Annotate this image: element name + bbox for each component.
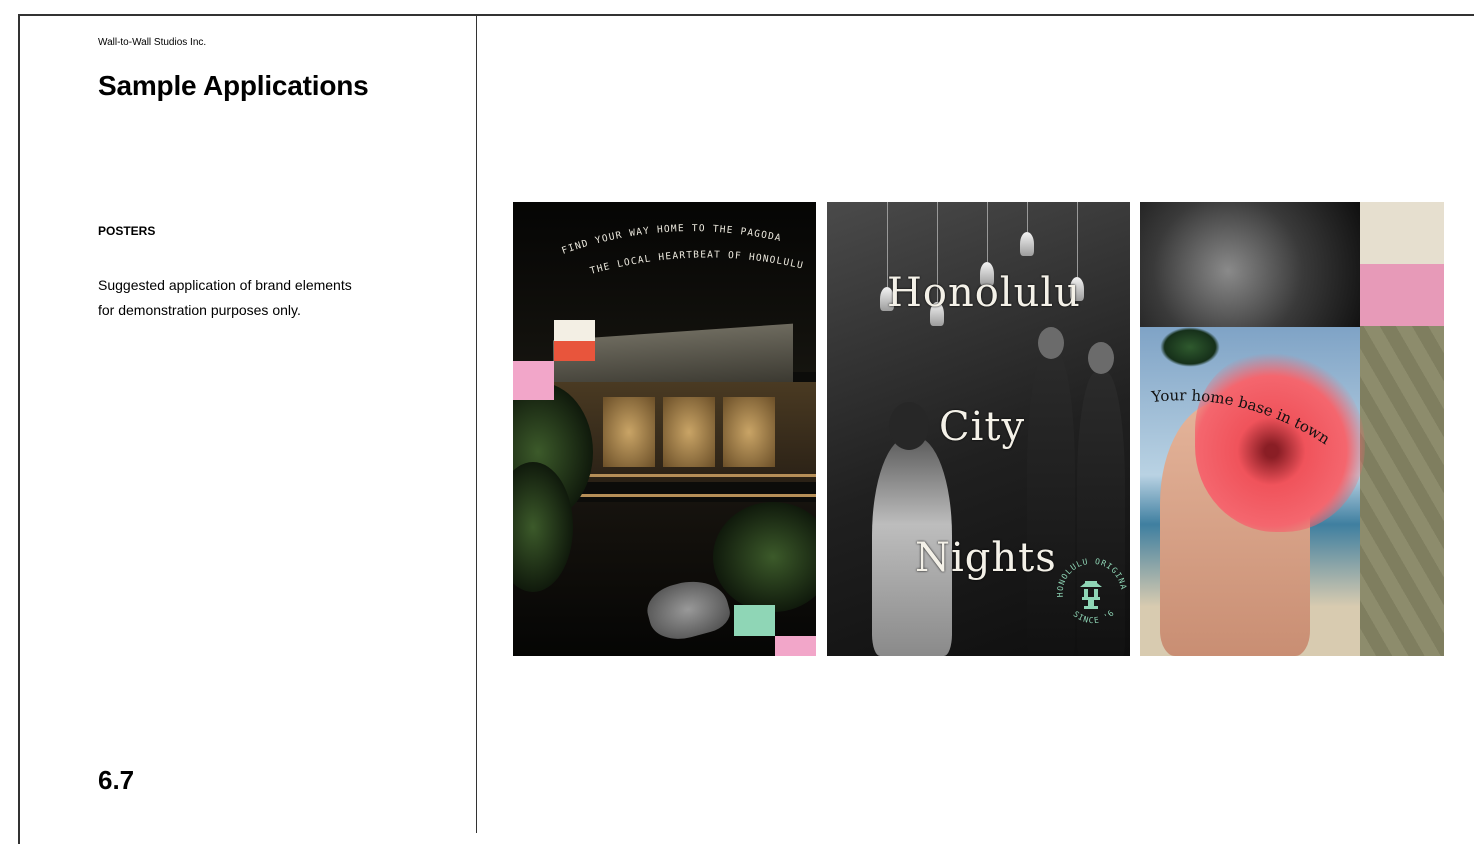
lotus-leaf-photo — [1140, 202, 1360, 327]
page-number: 6.7 — [98, 765, 135, 795]
lit-window — [663, 397, 715, 467]
svg-text:THE LOCAL HEARTBEAT OF HONOLUL: THE LOCAL HEARTBEAT OF HONOLULU — [589, 249, 805, 276]
poster-word-city: City — [939, 404, 1026, 450]
mint-block — [734, 605, 775, 636]
band-member-face — [1038, 327, 1064, 359]
palm-fronds — [1160, 327, 1220, 367]
cream-block — [554, 320, 595, 341]
poster-home-base: Your home base in town — [1140, 202, 1444, 656]
section-label: POSTERS — [98, 224, 156, 238]
page-title: Sample Applications — [98, 70, 369, 101]
hanging-lamp — [1020, 232, 1034, 256]
poster-honolulu-city-nights: Honolulu City Nights HONOLULU ORIGINAL S… — [827, 202, 1130, 656]
curved-text-graphic: FIND YOUR WAY HOME TO THE PAGODA THE LOC… — [560, 223, 805, 277]
poster-pagoda-night: FIND YOUR WAY HOME TO THE PAGODA THE LOC… — [513, 202, 816, 656]
lit-window — [723, 397, 775, 467]
lamp-cord — [1027, 202, 1028, 232]
pagoda-lantern-icon — [1080, 581, 1102, 609]
svg-text:Your home base in town: Your home base in town — [1150, 386, 1334, 448]
poster-tagline: Your home base in town — [1150, 386, 1334, 448]
section-description: Suggested application of brand elements … — [98, 273, 398, 323]
band-member-face — [1088, 342, 1114, 374]
description-line: for demonstration purposes only. — [98, 302, 301, 318]
poster-word-honolulu: Honolulu — [887, 270, 1081, 316]
description-line: Suggested application of brand elements — [98, 277, 352, 293]
olive-pattern-block — [1360, 326, 1444, 656]
red-block — [554, 341, 595, 361]
pink-block — [775, 636, 816, 656]
poster-word-nights: Nights — [915, 535, 1057, 581]
tagline-graphic: Your home base in town — [1150, 386, 1334, 448]
honolulu-original-badge: HONOLULU ORIGINAL SINCE '64 — [1051, 553, 1127, 625]
pink-block — [1360, 264, 1444, 326]
singer-head — [889, 402, 929, 450]
curved-line-2: THE LOCAL HEARTBEAT OF HONOLULU — [589, 249, 804, 276]
paper-texture-block — [1360, 202, 1444, 264]
lit-window — [603, 397, 655, 467]
lamp-cord — [987, 202, 988, 262]
company-name: Wall-to-Wall Studios Inc. — [98, 37, 207, 48]
lamp-cord — [1077, 202, 1078, 277]
column-divider — [476, 14, 477, 833]
pink-block — [513, 361, 554, 400]
